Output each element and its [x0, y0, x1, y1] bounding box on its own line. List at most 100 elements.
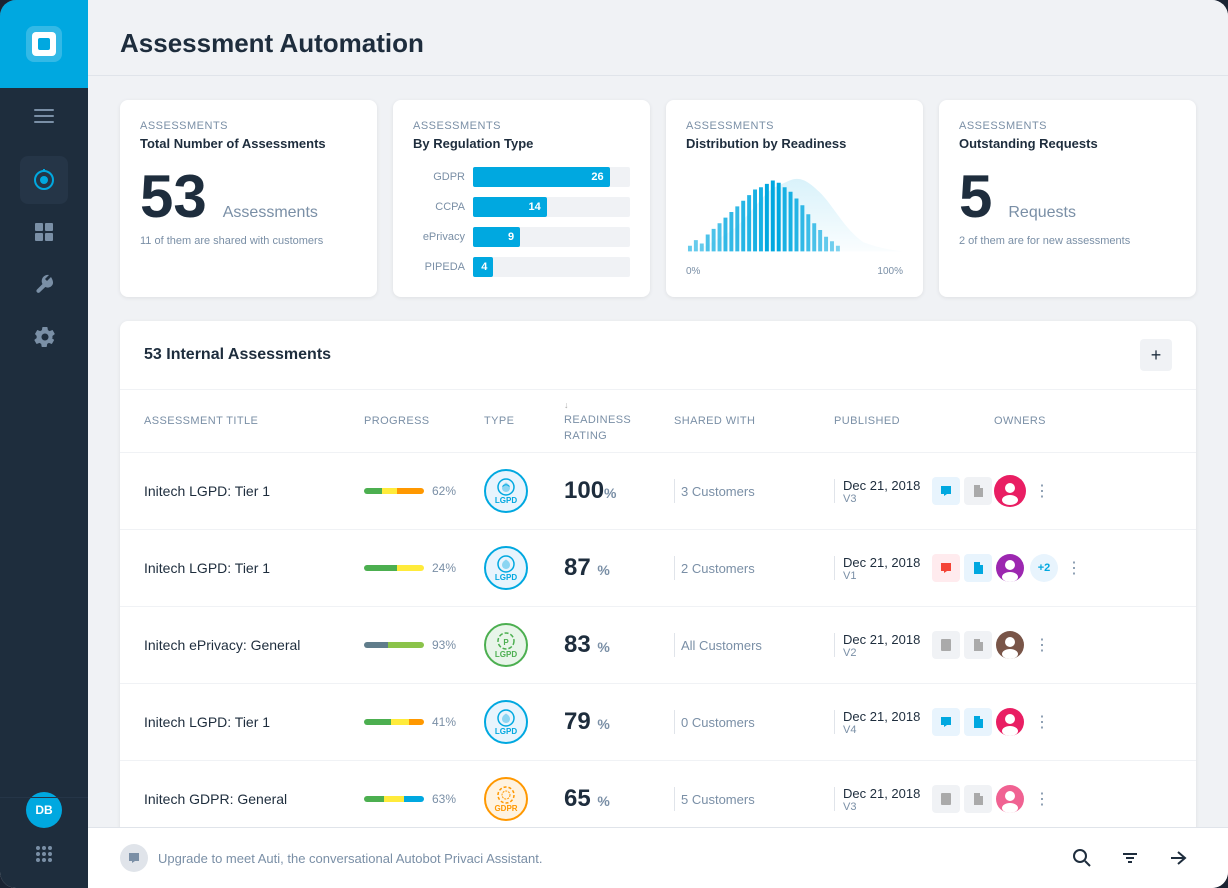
row-1-published: Dec 21, 2018 V3 [834, 477, 994, 505]
doc-icon-3a [932, 631, 960, 659]
doc-icon-5a [932, 785, 960, 813]
extra-owners-2: +2 [1030, 554, 1058, 582]
row-5-readiness: 65 % [564, 785, 674, 813]
doc-icon-4 [964, 708, 992, 736]
type-badge-lgpd-1: LGPD [484, 469, 528, 513]
add-button[interactable]: + [1140, 339, 1172, 371]
row-2-more-menu[interactable]: ⋮ [1062, 556, 1086, 580]
distribution-chart [686, 167, 903, 257]
card-label-1: Assessments [413, 120, 630, 132]
row-1-type: LGPD [484, 469, 564, 513]
row-2-title: Initech LGPD: Tier 1 [144, 560, 364, 576]
table-row: Initech LGPD: Tier 1 41% [120, 684, 1196, 761]
table-row: Initech LGPD: Tier 1 24% [120, 530, 1196, 607]
stat-card-regulation: Assessments By Regulation Type GDPR 26 C… [393, 100, 650, 297]
row-2-type: LGPD [484, 546, 564, 590]
col-assessment-title: Assessment Title [144, 400, 364, 442]
chat-icon-1 [932, 477, 960, 505]
row-2-readiness: 87 % [564, 554, 674, 582]
table-row: Initech GDPR: General 63% [120, 761, 1196, 827]
row-4-type: LGPD [484, 700, 564, 744]
row-4-title: Initech LGPD: Tier 1 [144, 714, 364, 730]
row-5-progress: 63% [364, 792, 484, 806]
dist-label-end: 100% [877, 266, 903, 277]
row-3-published: Dec 21, 2018 V2 [834, 631, 994, 659]
sidebar-divider [0, 797, 88, 798]
card-label-2: Assessments [686, 120, 903, 132]
row-4-readiness: 79 % [564, 708, 674, 736]
table-row: Initech ePrivacy: General 93% P [120, 607, 1196, 684]
row-1-progress: 62% [364, 484, 484, 498]
sidebar-item-tools[interactable] [20, 260, 68, 308]
col-progress: Progress [364, 400, 484, 442]
row-3-more-menu[interactable]: ⋮ [1030, 633, 1054, 657]
content-area: Assessments Total Number of Assessments … [88, 76, 1228, 827]
row-1-more-menu[interactable]: ⋮ [1030, 479, 1054, 503]
doc-icon-1 [964, 477, 992, 505]
row-2-progress: 24% [364, 561, 484, 575]
table-header: 53 Internal Assessments + [120, 321, 1196, 390]
row-5-more-menu[interactable]: ⋮ [1030, 787, 1054, 811]
row-4-published: Dec 21, 2018 V4 [834, 708, 994, 736]
row-4-more-menu[interactable]: ⋮ [1030, 710, 1054, 734]
type-badge-eprivacy: P LGPD [484, 623, 528, 667]
filter-button[interactable] [1112, 840, 1148, 876]
row-4-owners: ⋮ [994, 706, 1114, 738]
stat-card-outstanding: Assessments Outstanding Requests 5 Reque… [939, 100, 1196, 297]
col-readiness: ↓ Readiness Rating [564, 400, 674, 442]
col-owners: Owners [994, 400, 1114, 442]
bar-gdpr: GDPR 26 [413, 167, 630, 187]
bar-ccpa: CCPA 14 [413, 197, 630, 217]
bottom-actions [1064, 840, 1196, 876]
doc-icon-3b [964, 631, 992, 659]
row-5-shared: 5 Customers [674, 787, 834, 811]
total-assessments-sub: 11 of them are shared with customers [140, 235, 357, 247]
bottom-bar: Upgrade to meet Auti, the conversational… [88, 827, 1228, 888]
regulation-bars: GDPR 26 CCPA 14 ePrivacy 9 PIPEDA [413, 167, 630, 277]
row-5-title: Initech GDPR: General [144, 791, 364, 807]
card-title-0: Total Number of Assessments [140, 136, 357, 151]
chat-icon-4 [932, 708, 960, 736]
dist-labels: 0% 100% [686, 266, 903, 277]
stat-card-total: Assessments Total Number of Assessments … [120, 100, 377, 297]
col-published: Published [834, 400, 994, 442]
sidebar-item-settings[interactable] [20, 312, 68, 360]
row-3-owners: ⋮ [994, 629, 1114, 661]
page-title: Assessment Automation [120, 28, 1196, 59]
row-1-title: Initech LGPD: Tier 1 [144, 483, 364, 499]
total-assessments-number: 53 [140, 167, 207, 227]
sidebar-item-dashboard[interactable] [20, 208, 68, 256]
outstanding-number: 5 [959, 167, 992, 227]
card-label-3: Assessments [959, 120, 1176, 132]
row-3-type: P LGPD [484, 623, 564, 667]
col-type: Type [484, 400, 564, 442]
chat-bubble: Upgrade to meet Auti, the conversational… [120, 844, 542, 872]
doc-icon-2 [964, 554, 992, 582]
owner-avatar-4 [994, 706, 1026, 738]
row-3-readiness: 83 % [564, 631, 674, 659]
owner-avatar-1 [994, 475, 1026, 507]
stat-card-distribution: Assessments Distribution by Readiness [666, 100, 923, 297]
sidebar-item-privacy[interactable] [20, 156, 68, 204]
card-label-0: Assessments [140, 120, 357, 132]
row-1-owners: ⋮ [994, 475, 1114, 507]
menu-toggle[interactable] [0, 92, 88, 140]
search-button[interactable] [1064, 840, 1100, 876]
logo[interactable] [0, 0, 88, 88]
type-badge-lgpd-4: LGPD [484, 700, 528, 744]
card-title-2: Distribution by Readiness [686, 136, 903, 151]
outstanding-unit: Requests [1008, 204, 1076, 222]
forward-button[interactable] [1160, 840, 1196, 876]
row-5-owners: ⋮ [994, 783, 1114, 815]
table-column-headers: Assessment Title Progress Type ↓ Readine… [120, 390, 1196, 453]
total-assessments-unit: Assessments [223, 204, 318, 222]
row-3-shared: All Customers [674, 633, 834, 657]
row-3-progress: 93% [364, 638, 484, 652]
apps-icon[interactable] [26, 836, 62, 872]
owner-avatar-5 [994, 783, 1026, 815]
assessments-table: 53 Internal Assessments + Assessment Tit… [120, 321, 1196, 827]
table-row: Initech LGPD: Tier 1 62% [120, 453, 1196, 530]
row-5-type: GDPR [484, 777, 564, 821]
table-title: 53 Internal Assessments [144, 346, 331, 364]
row-4-shared: 0 Customers [674, 710, 834, 734]
